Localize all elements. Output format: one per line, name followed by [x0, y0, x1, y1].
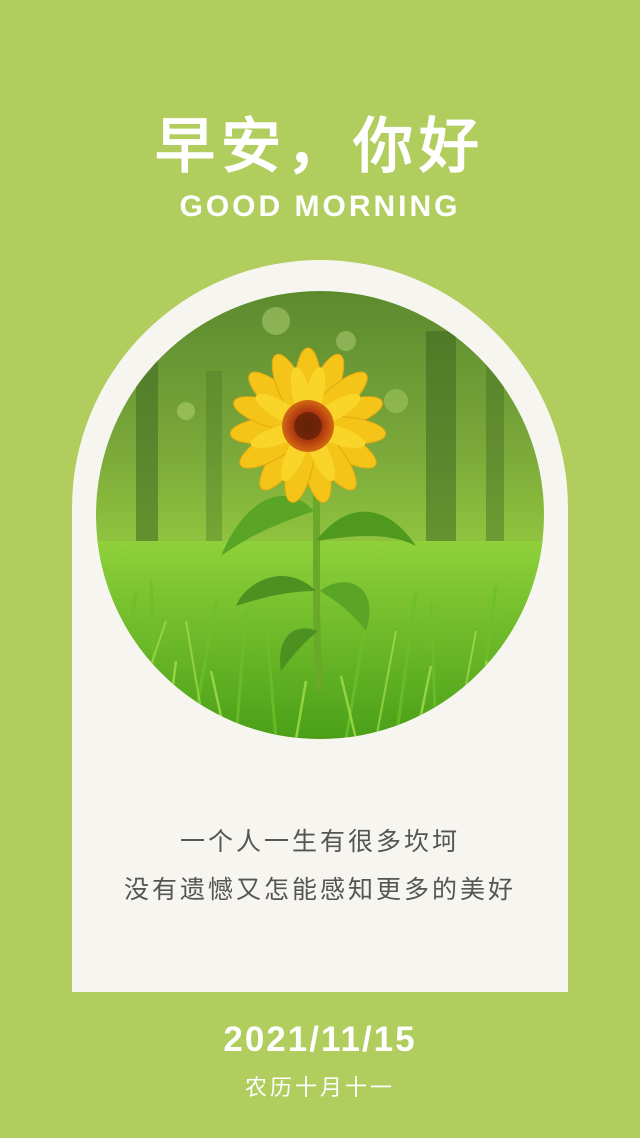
quote-line-2: 没有遗憾又怎能感知更多的美好 [123, 875, 516, 904]
greeting-title: 早安，你好 [155, 112, 485, 182]
greeting-subtitle: GOOD MORNING [179, 190, 461, 223]
lunar-date-text: 农历十月十一 [244, 1076, 395, 1101]
date-text: 2021/11/15 [223, 1020, 417, 1059]
quote-line-1: 一个人一生有很多坎坷 [179, 827, 460, 856]
sunflower-photo [96, 291, 544, 739]
poster: 早安，你好 GOOD MORNING 一个人一生有很多坎坷 没有遗憾又怎能感知更… [0, 0, 640, 1138]
